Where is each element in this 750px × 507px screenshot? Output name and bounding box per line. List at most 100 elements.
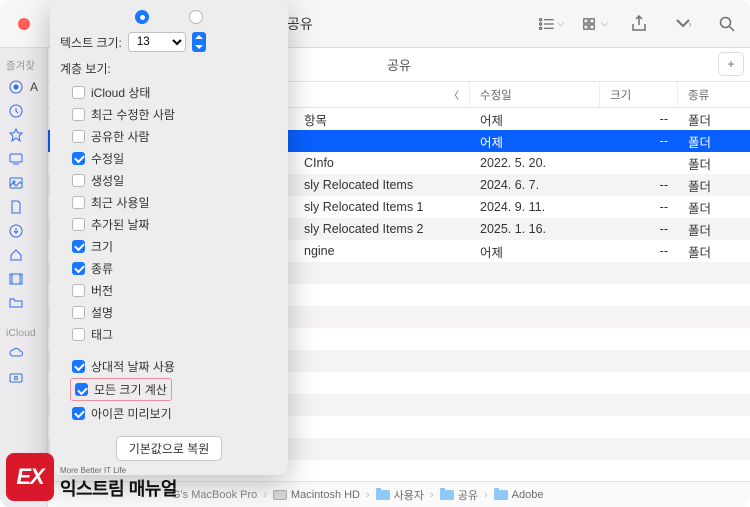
checkbox-label: 설명: [91, 304, 113, 321]
col-size[interactable]: 크기: [600, 82, 678, 107]
chk-option[interactable]: 태그: [72, 323, 278, 345]
chk-option[interactable]: 최근 수정한 사람: [72, 103, 278, 125]
checkbox-label: 크기: [91, 238, 113, 255]
chk-option[interactable]: 버전: [72, 279, 278, 301]
more-button[interactable]: ›: [670, 13, 696, 35]
chk-option[interactable]: 추가된 날짜: [72, 213, 278, 235]
text-size-row: 텍스트 크기: 13: [60, 32, 278, 52]
path-device[interactable]: G's MacBook Pro: [172, 489, 257, 501]
sidebar-item-recents[interactable]: [0, 99, 47, 123]
chevron-icon: ›: [263, 489, 267, 501]
share-button[interactable]: [626, 13, 652, 35]
checkbox-icon: [72, 196, 85, 209]
logo-title: 익스트림 매뉴얼: [60, 475, 177, 501]
logo-subtitle: More Better IT Life: [60, 466, 177, 475]
folder-icon: [376, 490, 390, 500]
chk-option[interactable]: 설명: [72, 301, 278, 323]
chk-option[interactable]: 크기: [72, 235, 278, 257]
sidebar-item-airdrop[interactable]: A: [0, 75, 47, 99]
checkbox-icon: [72, 262, 85, 275]
path-seg-0[interactable]: Macintosh HD: [273, 489, 360, 501]
sidebar-item-desktop[interactable]: [0, 147, 47, 171]
chk-option[interactable]: 공유한 사람: [72, 125, 278, 147]
checkbox-icon: [72, 360, 85, 373]
checkbox-icon: [75, 383, 88, 396]
checkbox-label: iCloud 상태: [91, 84, 150, 101]
radio-always[interactable]: [135, 10, 149, 24]
chevron-icon: ›: [484, 489, 488, 501]
close-button[interactable]: [18, 18, 30, 30]
sidebar-item-pictures[interactable]: [0, 171, 47, 195]
path-seg-3[interactable]: Adobe: [494, 489, 544, 501]
checkbox-icon: [72, 86, 85, 99]
checkbox-label: 최근 사용일: [91, 194, 150, 211]
checkbox-label: 아이콘 미리보기: [91, 405, 172, 422]
checkbox-icon: [72, 218, 85, 231]
checkbox-label: 모든 크기 계산: [94, 381, 167, 398]
list-view-button[interactable]: ⌵: [538, 13, 564, 35]
sidebar-item-icloud-drive[interactable]: [0, 341, 47, 365]
chk-calc-all-sizes[interactable]: 모든 크기 계산: [75, 381, 167, 398]
chk-option[interactable]: 수정일: [72, 147, 278, 169]
checkbox-icon: [72, 108, 85, 121]
path-seg-2[interactable]: 공유: [440, 487, 478, 503]
folder-icon: [494, 490, 508, 500]
sort-indicator: 〈: [449, 87, 459, 102]
group-button[interactable]: ⌵: [582, 13, 608, 35]
radio-group: [60, 8, 278, 32]
checkbox-icon: [72, 240, 85, 253]
checkbox-label: 태그: [91, 326, 113, 343]
sidebar-icloud-label: iCloud: [0, 323, 42, 341]
checkbox-icon: [72, 174, 85, 187]
checkbox-label: 공유한 사람: [91, 128, 150, 145]
watermark-logo: EX More Better IT Life 익스트림 매뉴얼: [6, 453, 177, 501]
checkbox-label: 생성일: [91, 172, 124, 189]
chk-relative-dates[interactable]: 상대적 날짜 사용: [60, 355, 278, 377]
checkbox-icon: [72, 306, 85, 319]
checkbox-label: 종류: [91, 260, 113, 277]
chk-icon-preview[interactable]: 아이콘 미리보기: [60, 402, 278, 424]
chevron-icon: ›: [366, 489, 370, 501]
checkbox-label: 버전: [91, 282, 113, 299]
col-modified[interactable]: 수정일: [470, 82, 600, 107]
new-folder-button[interactable]: +: [718, 52, 744, 76]
search-button[interactable]: [714, 13, 740, 35]
highlight-calc-all-sizes: 모든 크기 계산: [70, 378, 172, 401]
sidebar-item-folder[interactable]: [0, 291, 47, 315]
folder-icon: [440, 490, 454, 500]
checkbox-icon: [72, 407, 85, 420]
checkbox-label: 추가된 날짜: [91, 216, 150, 233]
sidebar-item-movies[interactable]: [0, 267, 47, 291]
view-options-panel: 텍스트 크기: 13 계층 보기: iCloud 상태최근 수정한 사람공유한 …: [50, 0, 288, 475]
chk-option[interactable]: 최근 사용일: [72, 191, 278, 213]
text-size-select[interactable]: 13: [128, 32, 186, 52]
disk-icon: [273, 490, 287, 500]
text-size-stepper[interactable]: [192, 32, 206, 52]
sidebar: 즐겨찾 A iCloud: [0, 48, 48, 507]
sidebar-item-downloads[interactable]: [0, 219, 47, 243]
chk-option[interactable]: iCloud 상태: [72, 81, 278, 103]
column-checklist: iCloud 상태최근 수정한 사람공유한 사람수정일생성일최근 사용일추가된 …: [60, 81, 278, 345]
sidebar-item-apps[interactable]: [0, 123, 47, 147]
checkbox-icon: [72, 152, 85, 165]
text-size-label: 텍스트 크기:: [60, 34, 122, 51]
window-controls: [18, 18, 49, 30]
col-kind[interactable]: 종류: [678, 82, 750, 107]
toolbar-actions: ⌵ ⌵ ›: [538, 13, 740, 35]
radio-browsing[interactable]: [189, 10, 203, 24]
sidebar-item-shared[interactable]: [0, 365, 47, 389]
checkbox-icon: [72, 328, 85, 341]
sidebar-item-home[interactable]: [0, 243, 47, 267]
checkbox-label: 상대적 날짜 사용: [91, 358, 175, 375]
checkbox-icon: [72, 130, 85, 143]
sidebar-item-documents[interactable]: [0, 195, 47, 219]
chk-option[interactable]: 종류: [72, 257, 278, 279]
sidebar-favorites-label: 즐겨찾: [0, 54, 41, 75]
checkbox-label: 수정일: [91, 150, 124, 167]
chevron-icon: ›: [430, 489, 434, 501]
path-seg-1[interactable]: 사용자: [376, 487, 424, 503]
logo-mark: EX: [6, 453, 54, 501]
chk-option[interactable]: 생성일: [72, 169, 278, 191]
location-title: 공유: [387, 55, 411, 74]
checkbox-icon: [72, 284, 85, 297]
